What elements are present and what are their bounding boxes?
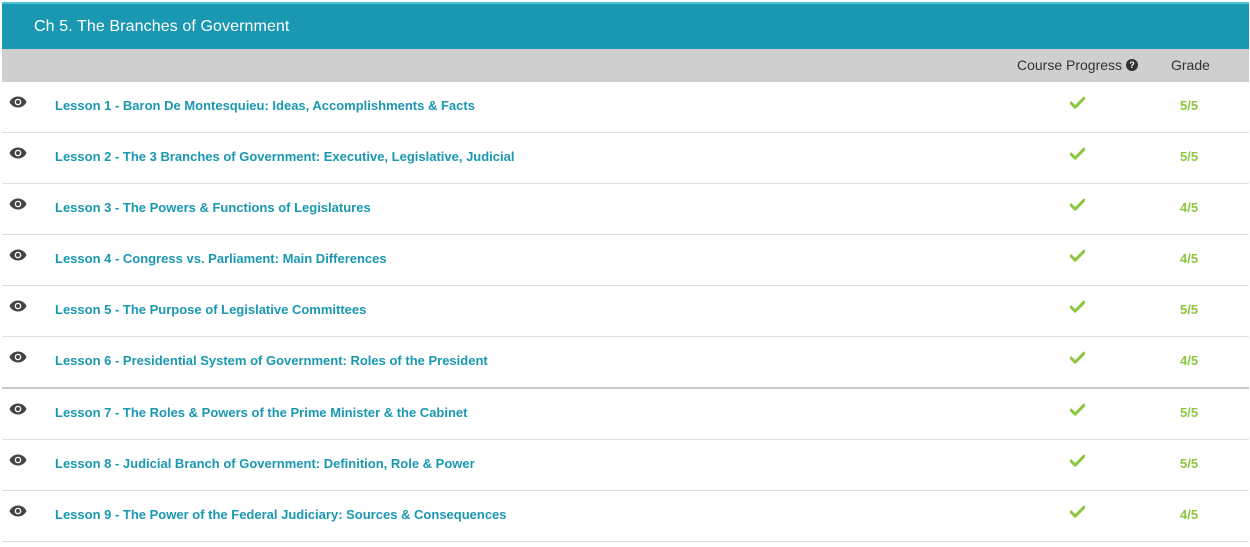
grade-value: 5/5	[1180, 149, 1199, 164]
lesson-link[interactable]: Lesson 4 - Congress vs. Parliament: Main…	[55, 251, 387, 266]
lesson-link[interactable]: Lesson 1 - Baron De Montesquieu: Ideas, …	[55, 98, 475, 113]
grade-value: 5/5	[1180, 456, 1199, 471]
grade-value: 5/5	[1180, 405, 1199, 420]
course-progress-header: Course Progress ?	[1017, 57, 1139, 73]
lesson-link[interactable]: Lesson 2 - The 3 Branches of Government:…	[55, 149, 514, 164]
course-progress-label: Course Progress	[1017, 57, 1123, 73]
grade-value: 4/5	[1180, 251, 1199, 266]
lesson-row: Lesson 1 - Baron De Montesquieu: Ideas, …	[2, 82, 1249, 133]
grade-value: 5/5	[1180, 302, 1199, 317]
lesson-link[interactable]: Lesson 3 - The Powers & Functions of Leg…	[55, 200, 371, 215]
column-header-bar: Course Progress ? Grade	[2, 49, 1249, 82]
chapter-header[interactable]: Ch 5. The Branches of Government	[2, 2, 1249, 49]
eye-icon[interactable]	[9, 454, 27, 466]
grade-header-label: Grade	[1171, 57, 1210, 73]
check-icon	[1070, 249, 1085, 262]
eye-icon[interactable]	[9, 351, 27, 363]
lesson-link[interactable]: Lesson 9 - The Power of the Federal Judi…	[55, 507, 507, 522]
lesson-row: Lesson 6 - Presidential System of Govern…	[2, 337, 1249, 389]
eye-icon[interactable]	[9, 249, 27, 261]
check-icon	[1070, 505, 1085, 518]
check-icon	[1070, 198, 1085, 211]
lesson-link[interactable]: Lesson 7 - The Roles & Powers of the Pri…	[55, 405, 467, 420]
question-circle-icon[interactable]: ?	[1126, 59, 1139, 71]
grade-value: 4/5	[1180, 200, 1199, 215]
lesson-link[interactable]: Lesson 6 - Presidential System of Govern…	[55, 353, 488, 368]
chapter-panel: Ch 5. The Branches of Government Course …	[2, 2, 1249, 545]
grade-value: 5/5	[1180, 98, 1199, 113]
check-icon	[1070, 96, 1085, 109]
eye-icon[interactable]	[9, 147, 27, 159]
lesson-row: Lesson 4 - Congress vs. Parliament: Main…	[2, 235, 1249, 286]
check-icon	[1070, 147, 1085, 160]
eye-icon[interactable]	[9, 96, 27, 108]
lesson-row: Lesson 3 - The Powers & Functions of Leg…	[2, 184, 1249, 235]
check-icon	[1070, 454, 1085, 467]
chapter-title[interactable]: Ch 5. The Branches of Government	[34, 18, 289, 36]
lesson-link[interactable]: Lesson 8 - Judicial Branch of Government…	[55, 456, 475, 471]
lesson-row: Lesson 5 - The Purpose of Legislative Co…	[2, 286, 1249, 337]
check-icon	[1070, 351, 1085, 364]
lesson-row: Lesson 8 - Judicial Branch of Government…	[2, 440, 1249, 491]
grade-value: 4/5	[1180, 507, 1199, 522]
lesson-row: Lesson 9 - The Power of the Federal Judi…	[2, 491, 1249, 542]
eye-icon[interactable]	[9, 300, 27, 312]
lesson-row: Lesson 2 - The 3 Branches of Government:…	[2, 133, 1249, 184]
eye-icon[interactable]	[9, 198, 27, 210]
eye-icon[interactable]	[9, 505, 27, 517]
lesson-list: Lesson 1 - Baron De Montesquieu: Ideas, …	[2, 82, 1249, 542]
lesson-link[interactable]: Lesson 5 - The Purpose of Legislative Co…	[55, 302, 366, 317]
lesson-row: Lesson 7 - The Roles & Powers of the Pri…	[2, 389, 1249, 440]
grade-value: 4/5	[1180, 353, 1199, 368]
check-icon	[1070, 403, 1085, 416]
eye-icon[interactable]	[9, 403, 27, 415]
check-icon	[1070, 300, 1085, 313]
